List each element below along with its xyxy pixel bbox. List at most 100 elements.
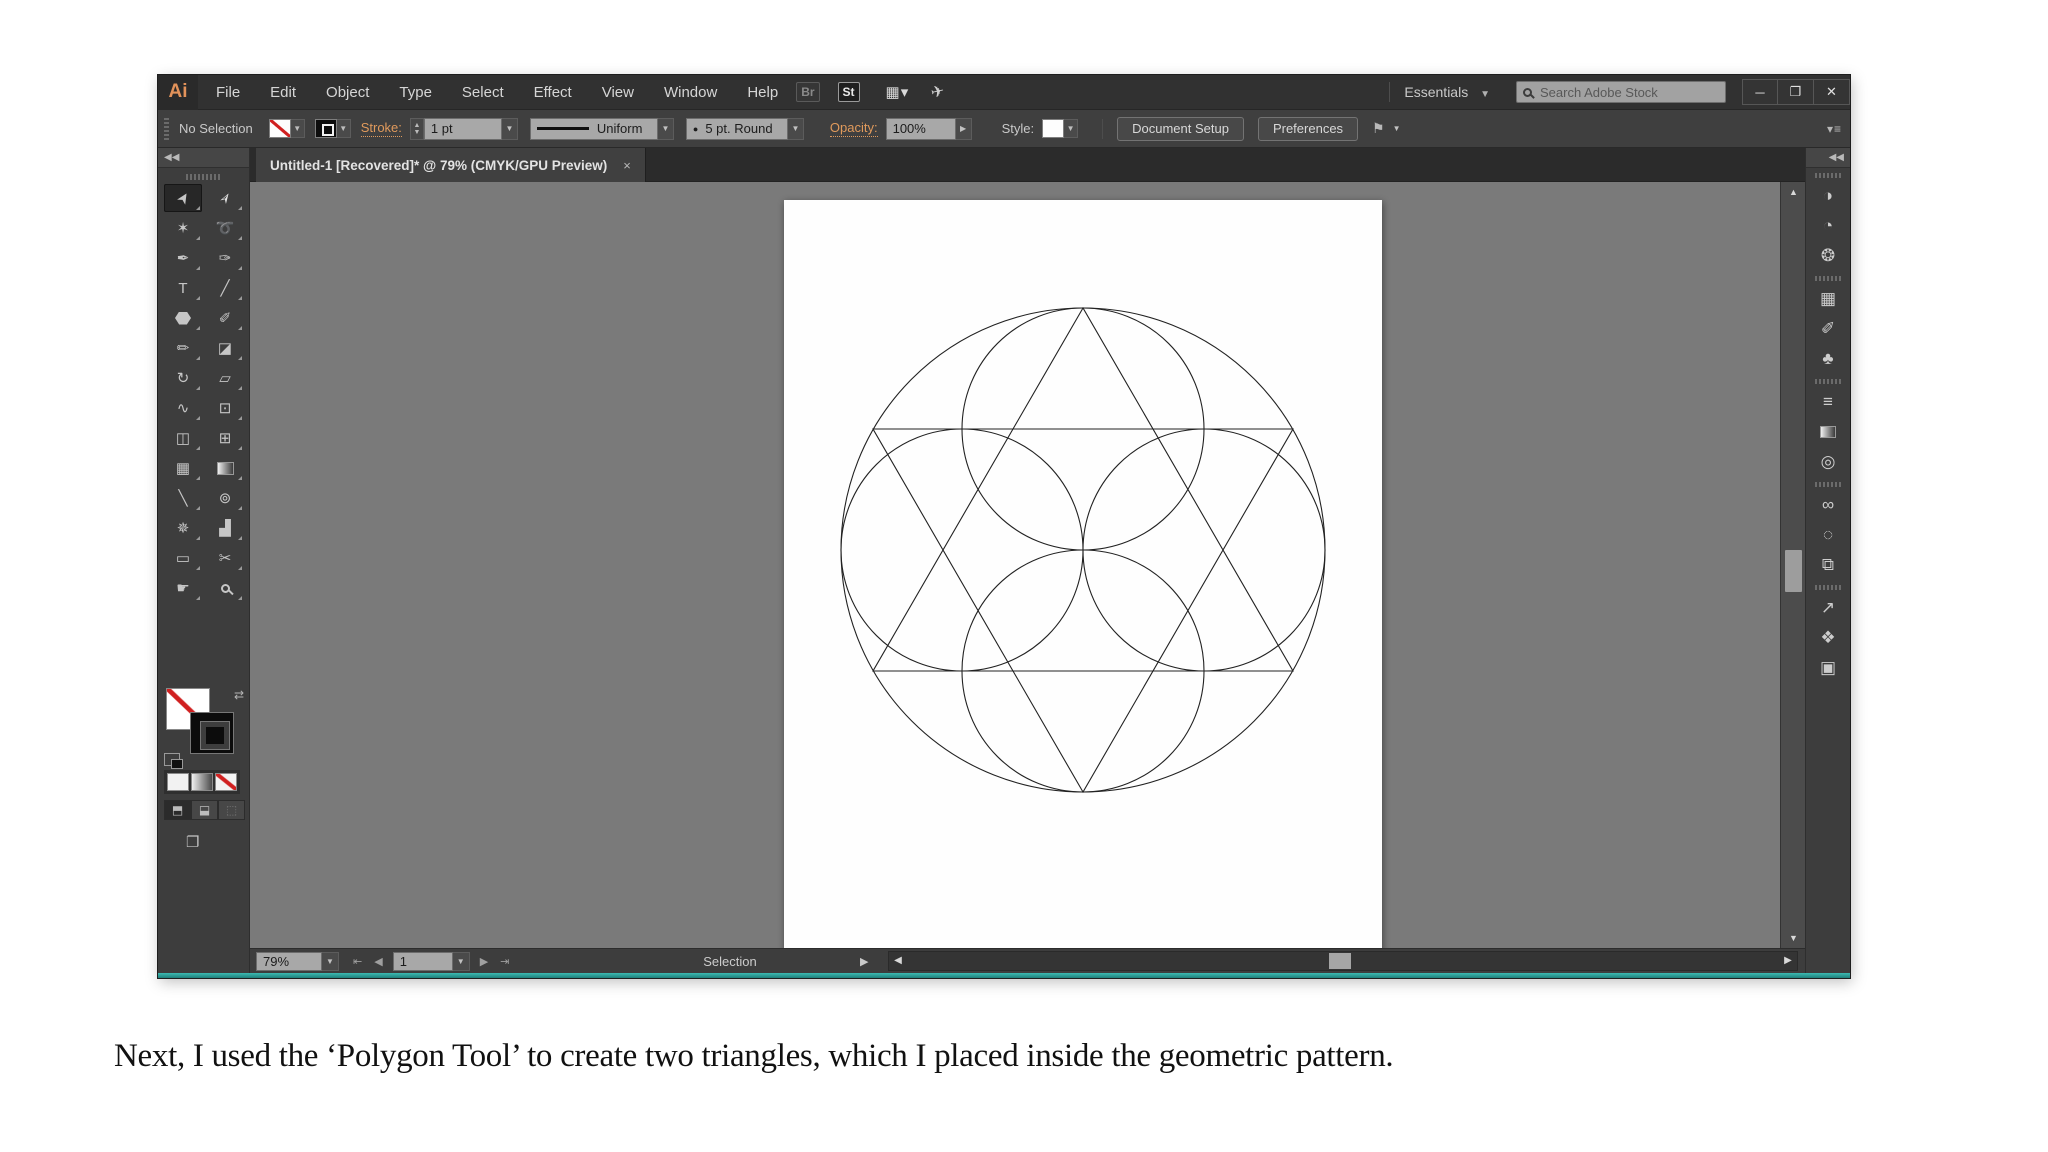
- type-tool[interactable]: T: [164, 274, 202, 302]
- stroke-color-control[interactable]: [190, 712, 234, 754]
- swatches-icon[interactable]: ▦: [1806, 284, 1850, 314]
- menu-select[interactable]: Select: [462, 84, 504, 101]
- menu-edit[interactable]: Edit: [270, 84, 296, 101]
- color-guide-icon[interactable]: ❂: [1806, 241, 1850, 271]
- width-profile-field[interactable]: Uniform: [529, 117, 658, 140]
- document-setup-button[interactable]: Document Setup: [1117, 116, 1244, 141]
- zoom-dropdown[interactable]: ▼: [322, 951, 339, 971]
- gpu-performance-icon[interactable]: ✈: [929, 81, 947, 103]
- stroke-dropdown[interactable]: ▼: [336, 119, 351, 138]
- workspace-switcher[interactable]: Essentials ▼: [1404, 84, 1490, 100]
- status-expand-icon[interactable]: ▶: [860, 955, 868, 968]
- swap-fill-stroke-icon[interactable]: ⇄: [234, 688, 244, 702]
- blend-tool[interactable]: ⊚: [206, 484, 244, 512]
- appearance-icon[interactable]: ◌: [1806, 520, 1850, 550]
- flag-dropdown[interactable]: ▼: [1389, 118, 1405, 140]
- menu-object[interactable]: Object: [326, 84, 369, 101]
- menu-effect[interactable]: Effect: [534, 84, 572, 101]
- grip-dots[interactable]: [1815, 379, 1841, 384]
- stroke-label[interactable]: Stroke:: [360, 120, 402, 137]
- draw-behind-button[interactable]: ⬓: [191, 800, 218, 820]
- free-transform-tool[interactable]: ⊡: [206, 394, 244, 422]
- none-button[interactable]: [215, 773, 237, 791]
- perspective-grid-tool[interactable]: ⊞: [206, 424, 244, 452]
- stock-icon[interactable]: St: [837, 82, 860, 102]
- brush-field[interactable]: ● 5 pt. Round: [685, 117, 788, 140]
- grip-dots[interactable]: [1815, 276, 1841, 281]
- shaper-tool[interactable]: ✏: [164, 334, 202, 362]
- panel-collapse-button[interactable]: ◀◀: [1806, 148, 1850, 168]
- canvas[interactable]: [250, 182, 1780, 948]
- asset-export-icon[interactable]: ↗: [1806, 593, 1850, 623]
- scroll-left-icon[interactable]: ◀: [890, 952, 906, 970]
- gradient-button[interactable]: [191, 773, 213, 791]
- width-tool[interactable]: ∿: [164, 394, 202, 422]
- prev-artboard-button[interactable]: ◀: [374, 955, 382, 968]
- menu-window[interactable]: Window: [664, 84, 717, 101]
- style-swatch[interactable]: [1042, 119, 1065, 138]
- line-segment-tool[interactable]: ╱: [206, 274, 244, 302]
- document-tab[interactable]: Untitled-1 [Recovered]* @ 79% (CMYK/GPU …: [256, 148, 646, 182]
- lasso-tool[interactable]: ➰: [206, 214, 244, 242]
- cc-libraries-icon[interactable]: ∞: [1806, 490, 1850, 520]
- stroke-weight-stepper[interactable]: ▲ ▼: [409, 117, 424, 140]
- transparency-icon[interactable]: ◎: [1806, 447, 1850, 477]
- default-fill-stroke-icon[interactable]: [164, 753, 183, 769]
- bridge-icon[interactable]: Br: [796, 82, 820, 102]
- artboards-icon[interactable]: ▣: [1806, 653, 1850, 683]
- screen-mode-button[interactable]: ❐: [186, 833, 199, 851]
- restore-button[interactable]: ❐: [1778, 79, 1814, 105]
- magic-wand-tool[interactable]: ✶: [164, 214, 202, 242]
- close-button[interactable]: ✕: [1814, 79, 1850, 105]
- stroke-swatch[interactable]: [314, 119, 337, 138]
- fill-dropdown[interactable]: ▼: [290, 119, 305, 138]
- rotate-tool[interactable]: ↻: [164, 364, 202, 392]
- scroll-down-icon[interactable]: ▼: [1781, 930, 1806, 946]
- grip-dots[interactable]: [185, 174, 222, 180]
- symbol-sprayer-tool[interactable]: ✵: [164, 514, 202, 542]
- tools-collapse-button[interactable]: ◀◀: [158, 148, 249, 168]
- color-button[interactable]: [167, 773, 189, 791]
- links-icon[interactable]: ⧉: [1806, 550, 1850, 580]
- shape-builder-tool[interactable]: ◫: [164, 424, 202, 452]
- gradient-fan-icon[interactable]: ◔: [1806, 211, 1850, 241]
- artboard-number-field[interactable]: 1: [392, 951, 453, 971]
- opacity-dropdown[interactable]: ▶: [955, 117, 972, 140]
- search-input[interactable]: [1540, 84, 1710, 100]
- mesh-tool[interactable]: ▦: [164, 454, 202, 482]
- slice-tool[interactable]: ✂: [206, 544, 244, 572]
- gradient-panel-icon[interactable]: [1806, 417, 1850, 447]
- layers-icon[interactable]: ❖: [1806, 623, 1850, 653]
- scroll-up-icon[interactable]: ▲: [1781, 184, 1806, 200]
- eraser-tool[interactable]: ◪: [206, 334, 244, 362]
- minimize-button[interactable]: ─: [1742, 79, 1778, 105]
- width-profile-dropdown[interactable]: ▼: [657, 117, 674, 140]
- tab-close-icon[interactable]: ×: [623, 158, 631, 173]
- grip-dots[interactable]: [1815, 482, 1841, 487]
- preferences-button[interactable]: Preferences: [1257, 116, 1359, 141]
- grip-dots[interactable]: [1815, 585, 1841, 590]
- stroke-weight-field[interactable]: 1 pt: [423, 117, 502, 140]
- zoom-level-field[interactable]: 79%: [256, 951, 322, 971]
- color-panel-icon[interactable]: ◑: [1806, 181, 1850, 211]
- artboard-tool[interactable]: ▭: [164, 544, 202, 572]
- brushes-icon[interactable]: ✐: [1806, 314, 1850, 344]
- stock-search[interactable]: [1516, 81, 1726, 103]
- grip-dots[interactable]: [1815, 173, 1841, 178]
- menu-file[interactable]: File: [216, 84, 240, 101]
- selection-tool[interactable]: ➤: [164, 184, 202, 212]
- pen-tool[interactable]: ✒: [164, 244, 202, 272]
- vertical-scroll-thumb[interactable]: [1785, 550, 1802, 592]
- scale-tool[interactable]: ▱: [206, 364, 244, 392]
- draw-inside-button[interactable]: ⬚: [218, 800, 245, 820]
- menu-help[interactable]: Help: [747, 84, 778, 101]
- first-artboard-button[interactable]: ⇤: [353, 955, 362, 968]
- flag-icon[interactable]: ⚑: [1372, 120, 1385, 137]
- column-graph-tool[interactable]: ▟: [206, 514, 244, 542]
- paintbrush-tool[interactable]: ✐: [206, 304, 244, 332]
- fill-swatch[interactable]: [268, 119, 291, 138]
- opacity-field[interactable]: 100%: [885, 117, 956, 140]
- direct-selection-tool[interactable]: ➢: [206, 184, 244, 212]
- stroke-weight-dropdown[interactable]: ▼: [501, 117, 518, 140]
- stroke-panel-icon[interactable]: ≡: [1806, 387, 1850, 417]
